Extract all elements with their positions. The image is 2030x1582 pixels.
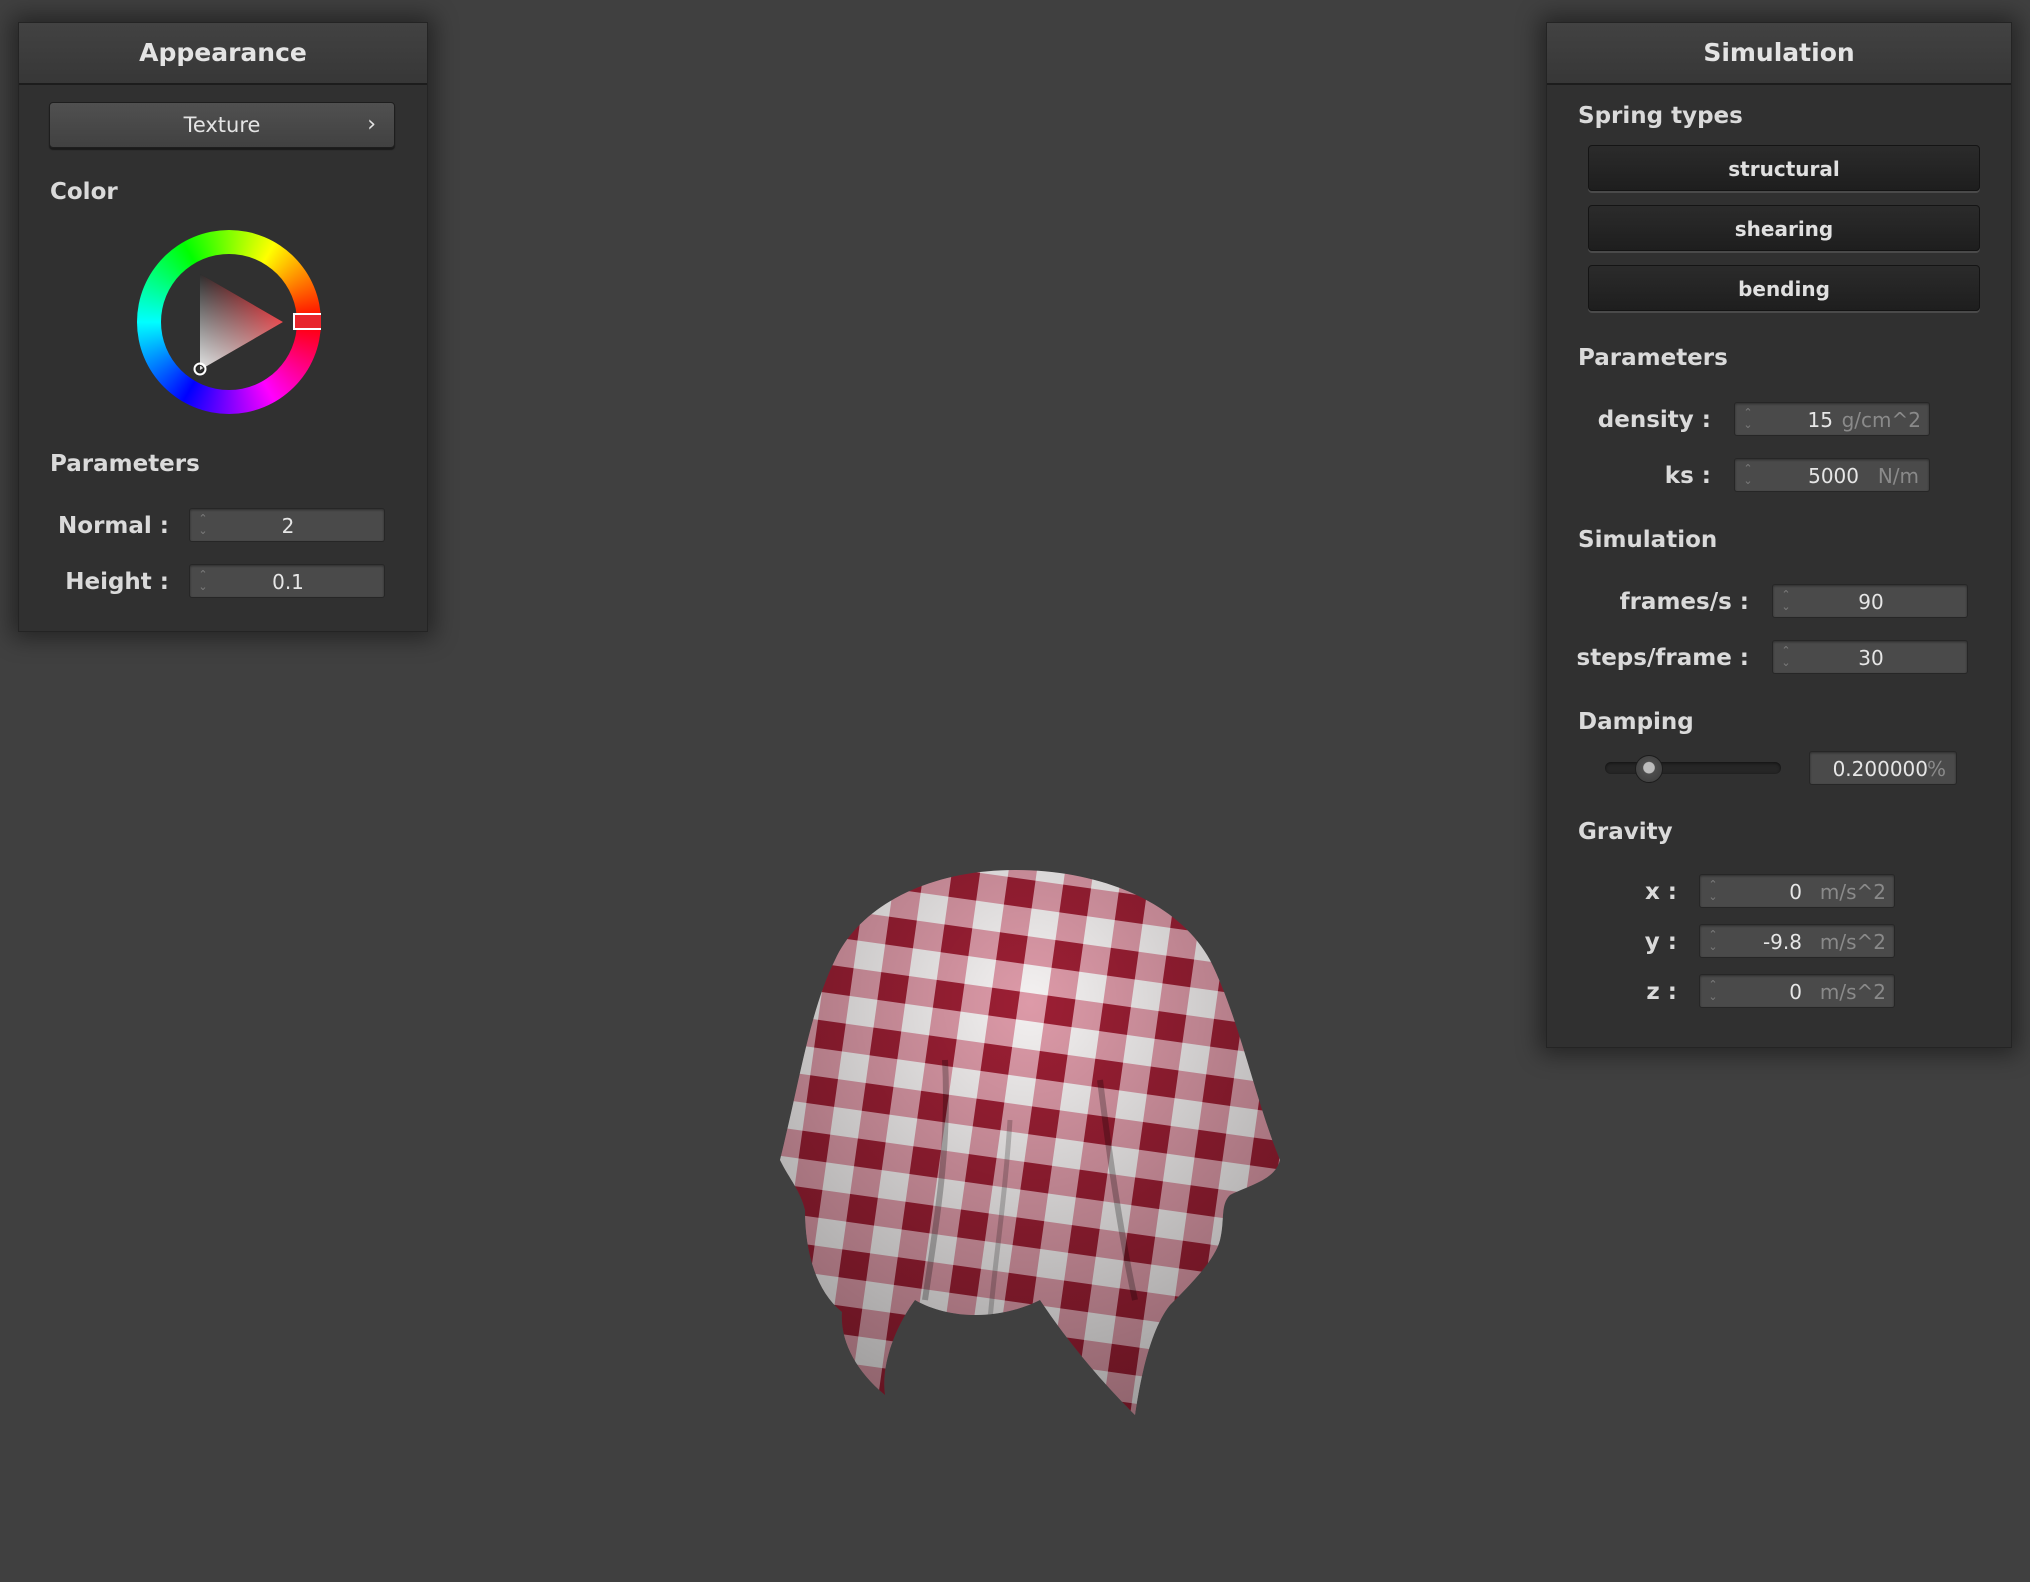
normal-input[interactable]: ⌃ ⌄ 2: [189, 508, 385, 542]
gravity-z-value: 0: [1789, 980, 1802, 1004]
spin-arrows-icon[interactable]: ⌃ ⌄: [1741, 407, 1755, 433]
sim-section-label: Simulation: [1578, 527, 1718, 553]
appearance-params-label: Parameters: [50, 451, 200, 477]
gravity-z-label: z :: [1646, 979, 1677, 1005]
gravity-y-value: -9.8: [1762, 930, 1802, 954]
steps-input[interactable]: ⌃ ⌄ 30: [1772, 640, 1968, 674]
gravity-z-input[interactable]: ⌃ ⌄ 0 m/s^2: [1699, 974, 1895, 1008]
damping-label: Damping: [1578, 709, 1694, 735]
steps-value: 30: [1858, 646, 1884, 670]
appearance-panel: Appearance Texture › Color Parameters No…: [18, 22, 428, 632]
color-wheel[interactable]: [137, 230, 321, 414]
fps-value: 90: [1858, 590, 1884, 614]
texture-button-label: Texture: [183, 113, 261, 137]
shearing-button[interactable]: shearing: [1588, 205, 1980, 251]
gravity-x-label: x :: [1644, 879, 1677, 905]
damping-slider-knob[interactable]: [1635, 755, 1663, 783]
gravity-x-value: 0: [1789, 880, 1802, 904]
spin-arrows-icon[interactable]: ⌃ ⌄: [1706, 979, 1720, 1005]
sim-params-label: Parameters: [1578, 345, 1728, 371]
simulation-panel: Simulation Spring types structural shear…: [1546, 22, 2012, 1048]
height-label: Height :: [65, 569, 169, 595]
color-section-label: Color: [50, 179, 118, 205]
height-input[interactable]: ⌃ ⌄ 0.1: [189, 564, 385, 598]
damping-slider[interactable]: [1605, 755, 1781, 783]
ks-value: 5000: [1808, 464, 1859, 488]
normal-label: Normal :: [58, 513, 169, 539]
damping-input[interactable]: 0.200000 %: [1809, 751, 1957, 785]
gravity-label: Gravity: [1578, 819, 1673, 845]
gravity-x-unit: m/s^2: [1819, 880, 1886, 904]
steps-label: steps/frame :: [1576, 645, 1749, 671]
ks-label: ks :: [1664, 463, 1711, 489]
fps-input[interactable]: ⌃ ⌄ 90: [1772, 584, 1968, 618]
gravity-x-input[interactable]: ⌃ ⌄ 0 m/s^2: [1699, 874, 1895, 908]
density-unit: g/cm^2: [1841, 408, 1921, 432]
chevron-right-icon: ›: [367, 112, 376, 137]
gravity-y-input[interactable]: ⌃ ⌄ -9.8 m/s^2: [1699, 924, 1895, 958]
damping-value: 0.200000: [1832, 757, 1928, 781]
hue-selector-handle: [293, 313, 321, 330]
appearance-title[interactable]: Appearance: [19, 23, 427, 85]
spin-arrows-icon[interactable]: ⌃ ⌄: [1706, 879, 1720, 905]
density-label: density :: [1597, 407, 1711, 433]
gravity-z-unit: m/s^2: [1819, 980, 1886, 1004]
normal-value: 2: [281, 514, 295, 538]
fps-label: frames/s :: [1619, 589, 1749, 615]
density-input[interactable]: ⌃ ⌄ 15 g/cm^2: [1734, 402, 1930, 436]
height-value: 0.1: [272, 570, 304, 594]
ks-input[interactable]: ⌃ ⌄ 5000 N/m: [1734, 458, 1930, 492]
simulation-title[interactable]: Simulation: [1547, 23, 2011, 85]
structural-button[interactable]: structural: [1588, 145, 1980, 191]
gravity-y-label: y :: [1644, 929, 1677, 955]
spring-types-label: Spring types: [1578, 103, 1743, 129]
density-value: 15: [1807, 408, 1833, 432]
damping-unit: %: [1926, 757, 1946, 781]
gravity-y-unit: m/s^2: [1819, 930, 1886, 954]
spin-arrows-icon[interactable]: ⌃ ⌄: [1706, 929, 1720, 955]
spin-arrows-icon[interactable]: ⌃ ⌄: [1741, 463, 1755, 489]
bending-button[interactable]: bending: [1588, 265, 1980, 311]
ks-unit: N/m: [1877, 464, 1919, 488]
texture-button[interactable]: Texture ›: [49, 102, 395, 148]
